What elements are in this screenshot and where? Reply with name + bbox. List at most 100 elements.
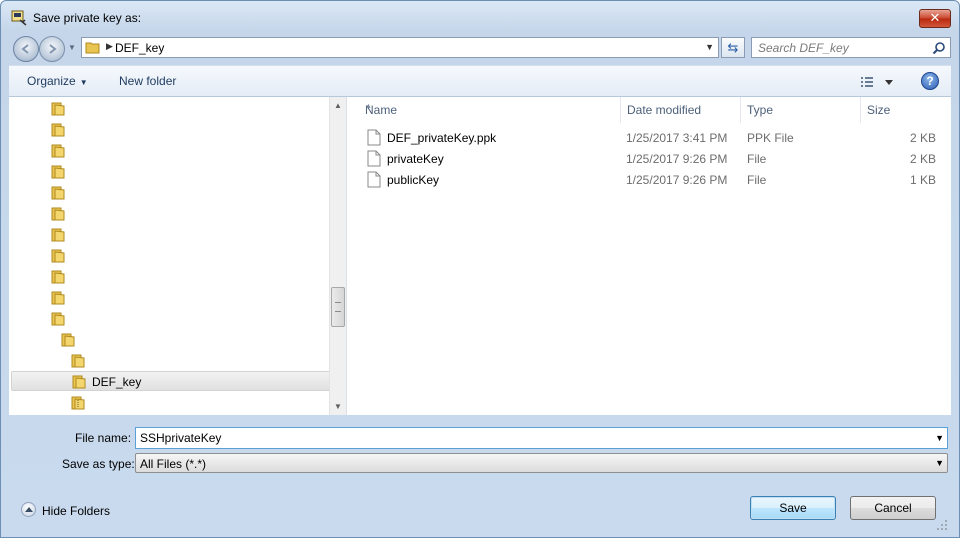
save-button[interactable]: Save (750, 496, 836, 520)
dialog-footer: Hide Folders Save Cancel (9, 479, 951, 533)
navigation-scrollbar[interactable]: ▲ ▼ (329, 97, 346, 415)
column-header-label: Type (747, 103, 774, 117)
column-header-type[interactable]: Type (741, 97, 861, 123)
tree-folder[interactable] (9, 351, 329, 371)
file-name: DEF_privateKey.ppk (387, 131, 497, 145)
tree-folder[interactable] (9, 183, 329, 203)
tree-folder[interactable] (9, 204, 329, 224)
folder-icon (51, 312, 65, 326)
file-name-label: File name: (75, 431, 132, 445)
tree-folder[interactable] (9, 288, 329, 308)
file-name-combobox[interactable]: ▼ (135, 427, 948, 449)
column-header-size[interactable]: Size (861, 97, 941, 123)
folder-icon (51, 123, 65, 137)
refresh-icon: ⇆ (727, 40, 739, 55)
tree-folder-label: DEF_key (92, 375, 142, 389)
folder-icon (51, 228, 65, 242)
putty-key-icon (11, 10, 27, 26)
save-type-value: All Files (*.*) (140, 457, 207, 471)
file-row[interactable]: publicKey 1/25/2017 9:26 PM File 1 KB (365, 170, 940, 190)
tree-folder[interactable] (9, 120, 329, 140)
arrow-left-icon (21, 44, 29, 54)
views-button[interactable] (859, 74, 899, 90)
forward-button[interactable] (39, 36, 65, 62)
zip-folder-icon (71, 396, 85, 410)
file-row[interactable]: DEF_privateKey.ppk 1/25/2017 3:41 PM PPK… (365, 128, 940, 148)
chevron-down-icon[interactable]: ▼ (705, 42, 714, 52)
file-list-pane[interactable]: Name ▲ Date modified Type Size DEF_priva… (347, 97, 951, 415)
tree-folder[interactable] (9, 141, 329, 161)
file-size: 1 KB (909, 173, 936, 187)
resize-grip-icon[interactable] (937, 520, 947, 530)
scroll-up-icon[interactable]: ▲ (334, 101, 342, 110)
folder-icon (72, 375, 86, 389)
title-bar[interactable]: Save private key as: ✕ (1, 1, 959, 33)
file-date: 1/25/2017 9:26 PM (626, 173, 728, 187)
file-row[interactable]: privateKey 1/25/2017 9:26 PM File 2 KB (365, 149, 940, 169)
folder-icon (71, 354, 85, 368)
search-input[interactable] (758, 40, 928, 56)
view-list-icon (861, 77, 873, 87)
column-header-label: Size (867, 103, 891, 117)
scrollbar-thumb[interactable] (331, 287, 345, 327)
file-name: publicKey (387, 173, 440, 187)
tree-folder-selected[interactable]: DEF_key (11, 371, 331, 391)
folder-icon (51, 144, 65, 158)
file-icon (367, 171, 381, 188)
folder-icon (51, 291, 65, 305)
recent-locations-dropdown[interactable]: ▼ (68, 43, 77, 52)
search-icon[interactable] (932, 41, 946, 55)
back-button[interactable] (13, 36, 39, 62)
file-size: 2 KB (909, 131, 936, 145)
file-date: 1/25/2017 3:41 PM (626, 131, 728, 145)
column-header-date[interactable]: Date modified (621, 97, 741, 123)
file-type: PPK File (747, 131, 794, 145)
new-folder-button[interactable]: New folder (119, 74, 176, 88)
tree-folder[interactable] (9, 393, 329, 413)
refresh-button[interactable]: ⇆ (721, 37, 745, 58)
folder-icon (51, 249, 65, 263)
tree-folder[interactable] (9, 225, 329, 245)
column-header-name[interactable]: Name ▲ (359, 97, 621, 123)
file-name-input[interactable] (140, 431, 920, 445)
folder-icon (51, 165, 65, 179)
tree-folder[interactable] (9, 246, 329, 266)
organize-button[interactable]: Organize ▼ (27, 74, 88, 88)
tree-folder[interactable] (9, 162, 329, 182)
tree-folder[interactable] (9, 330, 329, 350)
arrow-right-icon (49, 44, 57, 54)
tree-folder[interactable] (9, 99, 329, 119)
hide-folders-label: Hide Folders (42, 504, 111, 518)
folder-icon (85, 42, 100, 54)
save-type-select[interactable]: All Files (*.*) ▼ (135, 453, 948, 473)
folder-icon (51, 102, 65, 116)
file-icon (367, 150, 381, 167)
window-title: Save private key as: (33, 11, 142, 25)
folder-icon (51, 270, 65, 284)
save-type-label: Save as type: (62, 457, 135, 471)
help-button[interactable]: ? (921, 72, 939, 90)
grip-icon (335, 302, 341, 312)
tree-folder[interactable] (9, 309, 329, 329)
tree-folder[interactable] (9, 267, 329, 287)
cancel-button[interactable]: Cancel (850, 496, 936, 520)
search-box[interactable] (751, 37, 951, 58)
scroll-down-icon[interactable]: ▼ (334, 402, 342, 411)
chevron-down-icon[interactable]: ▼ (935, 458, 944, 468)
save-form: File name: ▼ Save as type: All Files (*.… (9, 415, 951, 475)
organize-label: Organize (27, 74, 76, 88)
address-path-segment[interactable]: DEF_key (115, 41, 164, 55)
navigation-pane[interactable]: DEF_key (9, 97, 347, 415)
file-icon (367, 129, 381, 146)
chevron-down-icon[interactable]: ▼ (935, 433, 944, 443)
collapse-up-icon (21, 502, 36, 517)
close-button[interactable]: ✕ (919, 9, 951, 28)
folder-icon (61, 333, 75, 347)
file-type: File (747, 152, 767, 166)
address-bar[interactable]: ▶ DEF_key ▼ (81, 37, 719, 58)
file-type: File (747, 173, 767, 187)
file-name: privateKey (387, 152, 444, 166)
sort-ascending-icon: ▲ (365, 103, 372, 110)
file-size: 2 KB (909, 152, 936, 166)
chevron-right-icon[interactable]: ▶ (106, 41, 113, 52)
